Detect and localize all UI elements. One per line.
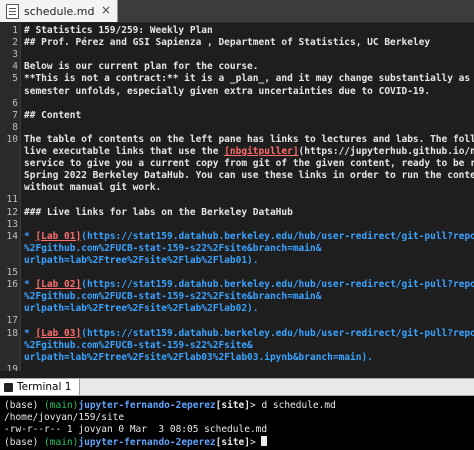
editor-tab-bar: schedule.md × xyxy=(0,0,474,23)
prompt-symbol: > xyxy=(249,400,262,411)
line-text: # Statistics 159/259: Weekly Plan xyxy=(24,25,213,36)
terminal-cursor xyxy=(261,436,268,446)
line-text: ### Live links for labs on the Berkeley … xyxy=(24,206,293,218)
prompt-branch: (main) xyxy=(44,400,79,411)
editor-line: 1 # Statistics 159/259: Weekly Plan xyxy=(0,25,474,37)
lab-link[interactable]: [Lab 03] xyxy=(35,328,81,339)
line-text: The table of contents on the left pane h… xyxy=(24,133,474,145)
line-number: 3 xyxy=(12,49,18,61)
editor-line: 14 * [Lab 01](https://stat159.datahub.ber… xyxy=(0,231,474,243)
line-number: 16 xyxy=(6,279,18,291)
line-text: * [Lab 01](https://stat159.datahub.berke… xyxy=(24,230,474,242)
line-number: 7 xyxy=(12,109,18,121)
editor-line: 16 * [Lab 02](https://stat159.datahub.ber… xyxy=(0,279,474,291)
line-text: **This is not a contract:** it is a _pla… xyxy=(24,73,474,85)
editor-line: 5 **This is not a contract:** it is a _pl… xyxy=(0,73,474,85)
editor-line: service to give you a current copy from … xyxy=(0,158,474,170)
prompt-dir: [site] xyxy=(215,437,250,448)
lab-link[interactable]: [Lab 02] xyxy=(35,279,81,290)
editor-line: 6 xyxy=(0,98,474,110)
line-text: live executable links that use the [nbgi… xyxy=(24,146,474,157)
prompt-env: (base) xyxy=(4,437,45,448)
tab-terminal-1[interactable]: Terminal 1 xyxy=(0,379,81,395)
prompt-host: jupyter-fernando-2eperez xyxy=(78,400,216,411)
line-number: 18 xyxy=(6,327,18,339)
line-text: %2Fgithub.com%2FUCB-stat-159-s22%2Fsite&… xyxy=(24,291,322,303)
line-text: ## Content xyxy=(24,109,82,121)
editor-line: 11 xyxy=(0,194,474,206)
editor-line: 7 ## Content xyxy=(0,110,474,122)
line-number: 19 xyxy=(6,363,18,371)
editor-line: 13 xyxy=(0,219,474,231)
line-number: 11 xyxy=(6,194,18,206)
terminal-tab-title: Terminal 1 xyxy=(17,381,72,393)
line-text: service to give you a current copy from … xyxy=(24,158,474,170)
line-text: Spring 2022 Berkeley DataHub. You can us… xyxy=(24,170,474,182)
terminal-icon xyxy=(4,382,13,392)
editor-line: without manual git work. xyxy=(0,182,474,194)
editor-line: 4 Below is our current plan for the cours… xyxy=(0,61,474,73)
line-number: 15 xyxy=(6,267,18,278)
link-nbgitpuller[interactable]: [nbgitpuller] xyxy=(224,146,298,157)
line-number: 13 xyxy=(6,218,18,230)
line-text: %2Fgithub.com%2FUCB-stat-159-s22%2Fsite& xyxy=(24,339,253,351)
editor-line: 15 xyxy=(0,267,474,279)
line-number: 4 xyxy=(12,61,18,73)
line-number: 6 xyxy=(12,97,18,109)
editor-line: urlpath=lab%2Ftree%2Fsite%2Flab%2Flab01)… xyxy=(0,255,474,267)
prompt-symbol: > xyxy=(249,437,262,448)
tab-title: schedule.md xyxy=(24,4,95,18)
editor-line: %2Fgithub.com%2FUCB-stat-159-s22%2Fsite& xyxy=(0,340,474,352)
prompt-dir: [site] xyxy=(215,400,250,411)
close-icon[interactable]: × xyxy=(101,3,111,17)
line-text: Below is our current plan for the course… xyxy=(24,61,259,73)
lab-link[interactable]: [Lab 01] xyxy=(35,231,81,242)
editor-line: %2Fgithub.com%2FUCB-stat-159-s22%2Fsite&… xyxy=(0,243,474,255)
line-number: 12 xyxy=(6,206,18,218)
editor-line: %2Fgithub.com%2FUCB-stat-159-s22%2Fsite&… xyxy=(0,291,474,303)
terminal-output-2: -rw-r--r-- 1 jovyan 0 Mar 3 08:05 schedu… xyxy=(4,424,268,435)
line-text: * [Lab 02](https://stat159.datahub.berke… xyxy=(24,279,474,291)
line-text: semester unfolds, especially given extra… xyxy=(24,85,431,97)
editor-line: 3 xyxy=(0,49,474,61)
editor-line: 19 xyxy=(0,364,474,371)
terminal-panel[interactable]: (base) (main)jupyter-fernando-2eperez[si… xyxy=(0,396,474,450)
editor-line: 8 xyxy=(0,122,474,134)
line-text: urlpath=lab%2Ftree%2Fsite%2Flab%2Flab02)… xyxy=(24,303,259,315)
terminal-line-2: (base) (main)jupyter-fernando-2eperez[si… xyxy=(4,436,268,449)
editor-line: 18 * [Lab 03](https://stat159.datahub.ber… xyxy=(0,328,474,340)
editor-line: semester unfolds, especially given extra… xyxy=(0,86,474,98)
line-text: urlpath=lab%2Ftree%2Fsite%2Flab03%2Flab0… xyxy=(24,351,373,363)
line-number: 17 xyxy=(6,315,18,327)
tab-schedule-md[interactable]: schedule.md × xyxy=(0,0,118,22)
terminal-line-1: (base) (main)jupyter-fernando-2eperez[si… xyxy=(4,400,336,412)
prompt-host: jupyter-fernando-2eperez xyxy=(78,437,216,448)
line-number: 10 xyxy=(6,133,18,145)
editor-line: 17 xyxy=(0,315,474,327)
editor-line: 10 The table of contents on the left pane… xyxy=(0,134,474,146)
line-text: * [Lab 03](https://stat159.datahub.berke… xyxy=(24,327,474,339)
terminal-output-1: /home/jovyan/159/site xyxy=(4,412,125,423)
line-text: ## Prof. Pérez and GSI Sapienza , Depart… xyxy=(24,37,431,49)
prompt-branch: (main) xyxy=(44,437,79,448)
prompt-env: (base) xyxy=(4,400,45,411)
line-number: 2 xyxy=(12,37,18,49)
line-text: urlpath=lab%2Ftree%2Fsite%2Flab%2Flab01)… xyxy=(24,254,259,266)
editor-line: urlpath=lab%2Ftree%2Fsite%2Flab%2Flab02)… xyxy=(0,303,474,315)
file-icon xyxy=(6,3,19,19)
line-number: 8 xyxy=(12,121,18,133)
editor-line: 12 ### Live links for labs on the Berkele… xyxy=(0,207,474,219)
line-number: 5 xyxy=(12,73,18,85)
editor-line: live executable links that use the [nbgi… xyxy=(0,146,474,158)
terminal-tab-bar: Terminal 1 xyxy=(0,378,474,396)
editor-line: Spring 2022 Berkeley DataHub. You can us… xyxy=(0,170,474,182)
line-text: without manual git work. xyxy=(24,182,162,194)
line-number: 14 xyxy=(6,230,18,242)
editor-line: urlpath=lab%2Ftree%2Fsite%2Flab03%2Flab0… xyxy=(0,352,474,364)
code-editor[interactable]: 1 # Statistics 159/259: Weekly Plan 2 ## Pr… xyxy=(0,23,474,371)
line-text: %2Fgithub.com%2FUCB-stat-159-s22%2Fsite&… xyxy=(24,242,322,254)
line-number: 1 xyxy=(12,25,18,36)
editor-line: 2 ## Prof. Pérez and GSI Sapienza , Depar… xyxy=(0,37,474,49)
terminal-command: d schedule.md xyxy=(261,400,336,411)
